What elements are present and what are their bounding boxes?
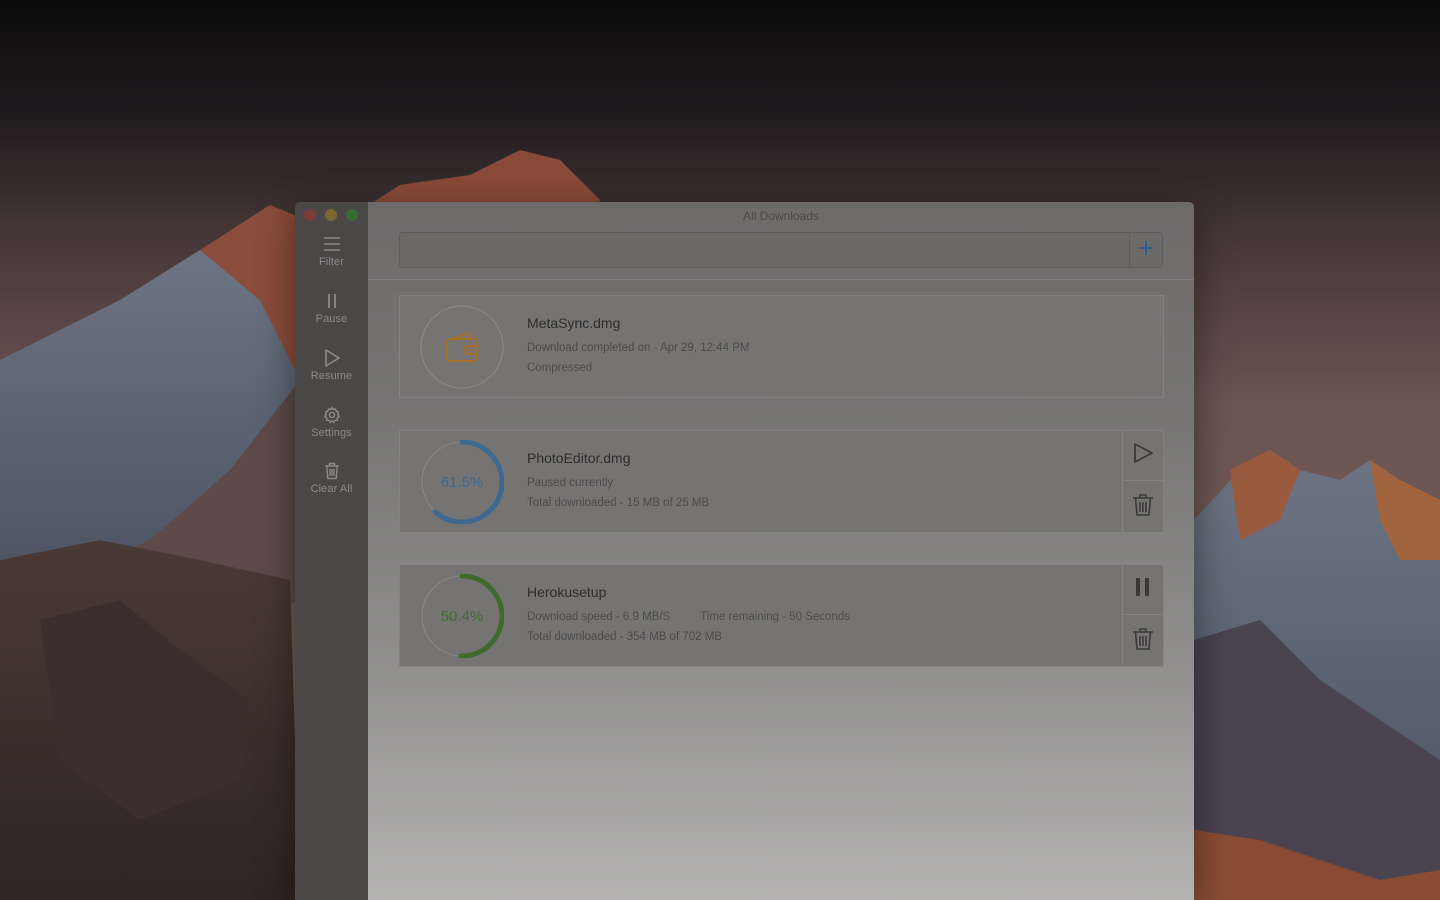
- file-name: MetaSync.dmg: [527, 315, 621, 331]
- sidebar-item-label: Pause: [315, 313, 348, 325]
- file-name: PhotoEditor.dmg: [527, 450, 631, 466]
- download-item-photoeditor[interactable]: 61.5% PhotoEditor.dmg Paused currently T…: [399, 430, 1164, 533]
- trash-icon: [324, 460, 340, 482]
- close-window-button[interactable]: [304, 209, 316, 221]
- download-detail: Compressed: [527, 361, 593, 374]
- plus-icon: [1138, 240, 1154, 261]
- file-name: Herokusetup: [527, 584, 607, 600]
- filter-icon: [323, 233, 341, 255]
- sidebar-item-settings[interactable]: Settings: [295, 404, 368, 450]
- minimize-window-button[interactable]: [325, 209, 337, 221]
- delete-button[interactable]: [1123, 616, 1163, 666]
- download-item-metasync[interactable]: MetaSync.dmg Download completed on - Apr…: [399, 295, 1164, 398]
- sidebar-item-clear-all[interactable]: Clear All: [295, 460, 368, 506]
- add-download-button[interactable]: [1129, 232, 1163, 268]
- time-remaining: Time remaining - 50 Seconds: [700, 611, 850, 623]
- download-stats: Download speed - 6.9 MB/S Time remaining …: [527, 608, 850, 628]
- pause-icon: [1133, 576, 1153, 603]
- downloads-panel: All Downloads MetaSync.dmg Download comp…: [368, 202, 1194, 900]
- sidebar-item-pause[interactable]: Pause: [295, 290, 368, 336]
- gear-icon: [323, 404, 341, 426]
- progress-ring: 50.4%: [419, 573, 505, 659]
- resume-icon: [324, 347, 340, 369]
- pause-button[interactable]: [1123, 565, 1163, 615]
- resume-button[interactable]: [1123, 431, 1163, 481]
- url-input[interactable]: [399, 232, 1130, 268]
- sidebar-item-label: Resume: [310, 370, 353, 382]
- download-detail: Total downloaded - 15 MB of 25 MB: [527, 496, 710, 509]
- download-detail: Total downloaded - 354 MB of 702 MB: [527, 630, 722, 643]
- progress-percent: 61.5%: [440, 473, 484, 491]
- zoom-window-button[interactable]: [346, 209, 358, 221]
- sidebar-item-label: Filter: [318, 256, 345, 268]
- trash-icon: [1132, 627, 1154, 656]
- window-title: All Downloads: [742, 209, 820, 223]
- download-speed: Download speed - 6.9 MB/S: [527, 611, 671, 623]
- wallet-icon: [444, 329, 480, 370]
- delete-button[interactable]: [1123, 482, 1163, 532]
- trash-icon: [1132, 493, 1154, 522]
- download-item-herokusetup[interactable]: 50.4% Herokusetup Download speed - 6.9 M…: [399, 564, 1164, 667]
- progress-ring: 61.5%: [419, 439, 505, 525]
- file-thumbnail: [420, 305, 504, 389]
- window-controls: [304, 209, 358, 221]
- sidebar-item-label: Settings: [311, 427, 352, 439]
- sidebar-item-label: Clear All: [310, 483, 353, 495]
- item-actions: [1122, 431, 1163, 532]
- progress-percent: 50.4%: [440, 607, 484, 625]
- toolbar: [368, 230, 1194, 280]
- item-actions: [1122, 565, 1163, 666]
- sidebar: Filter Pause Resume Settings Clear All: [295, 202, 368, 900]
- download-status: Paused currently: [527, 477, 614, 489]
- downloads-window: Filter Pause Resume Settings Clear All A…: [295, 202, 1194, 900]
- sidebar-item-filter[interactable]: Filter: [295, 233, 368, 279]
- download-status: Download completed on - Apr 29, 12:44 PM: [527, 342, 750, 354]
- sidebar-item-resume[interactable]: Resume: [295, 347, 368, 393]
- pause-icon: [326, 290, 338, 312]
- play-icon: [1132, 442, 1154, 469]
